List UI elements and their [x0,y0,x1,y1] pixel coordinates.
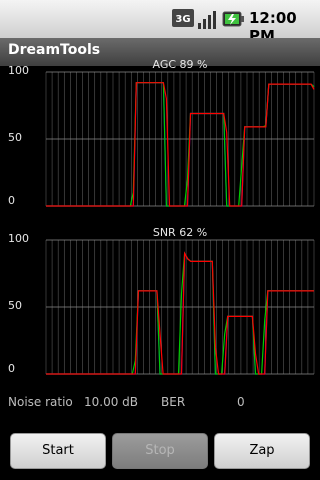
ber-value: 0 [237,395,245,409]
app-title: DreamTools [8,42,101,58]
zap-button[interactable]: Zap [214,433,310,469]
stop-button: Stop [112,433,208,469]
snr-chart: SNR 62 % 100 50 0 [0,226,320,396]
battery-charging-icon [222,11,244,27]
noise-ratio-value: 10.00 dB [84,395,139,409]
signal-strength-icon [198,11,216,29]
agc-chart: AGC 89 % 100 50 0 [0,58,320,228]
ber-label: BER [161,395,186,409]
noise-ratio-label: Noise ratio [8,395,73,409]
svg-text:3G: 3G [175,14,190,25]
start-button[interactable]: Start [10,433,106,469]
3g-icon: 3G [172,9,194,27]
snr-plot [45,239,315,375]
agc-plot [45,71,315,207]
status-bar: 3G 12:00 PM [0,0,320,45]
